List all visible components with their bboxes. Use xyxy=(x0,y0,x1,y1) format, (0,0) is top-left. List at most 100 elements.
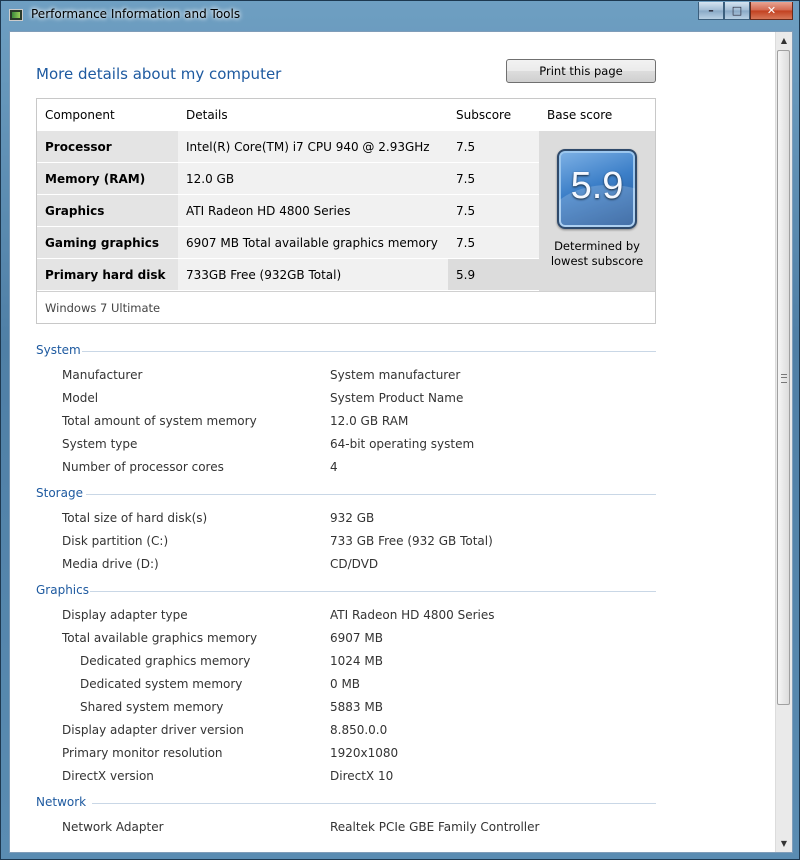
component-label: Memory (RAM) xyxy=(37,163,178,194)
score-row-hard-disk: Primary hard disk 733GB Free (932GB Tota… xyxy=(37,259,539,291)
component-subscore: 5.9 xyxy=(448,259,539,290)
section-divider xyxy=(90,591,656,592)
component-details: 12.0 GB xyxy=(178,163,448,194)
detail-row: Model System Product Name xyxy=(10,391,710,414)
detail-label: Display adapter driver version xyxy=(62,723,244,737)
score-table: Component Details Subscore Base score Pr… xyxy=(36,98,656,324)
detail-value: 932 GB xyxy=(330,511,375,525)
component-subscore: 7.5 xyxy=(448,163,539,194)
detail-value: Realtek PCIe GBE Family Controller xyxy=(330,820,540,834)
detail-value: System manufacturer xyxy=(330,368,461,382)
section-divider xyxy=(82,351,656,352)
component-label: Processor xyxy=(37,131,178,162)
close-button[interactable]: ✕ xyxy=(750,2,793,20)
section-divider xyxy=(86,494,656,495)
detail-value: System Product Name xyxy=(330,391,464,405)
detail-value: 1024 MB xyxy=(330,654,383,668)
page-title: More details about my computer xyxy=(36,65,282,83)
detail-label: Network Adapter xyxy=(62,820,164,834)
detail-row: DirectX version DirectX 10 xyxy=(10,769,710,792)
section-title-system: System xyxy=(36,343,81,357)
detail-label: System type xyxy=(62,437,138,451)
base-score-badge-icon: 5.9 xyxy=(557,149,637,229)
detail-row: Total amount of system memory 12.0 GB RA… xyxy=(10,414,710,437)
scrollbar-thumb[interactable] xyxy=(777,50,790,705)
detail-value: 4 xyxy=(330,460,338,474)
detail-row: Number of processor cores 4 xyxy=(10,460,710,483)
detail-value: 5883 MB xyxy=(330,700,383,714)
performance-window: Performance Information and Tools – □ ✕ … xyxy=(0,0,800,860)
base-score-value: 5.9 xyxy=(570,165,624,207)
detail-label: Display adapter type xyxy=(62,608,188,622)
detail-row: Dedicated graphics memory 1024 MB xyxy=(10,654,710,677)
detail-row: Dedicated system memory 0 MB xyxy=(10,677,710,700)
detail-row: Display adapter type ATI Radeon HD 4800 … xyxy=(10,608,710,631)
minimize-button[interactable]: – xyxy=(698,2,724,20)
scroll-down-arrow-icon[interactable]: ▼ xyxy=(776,835,792,852)
component-subscore: 7.5 xyxy=(448,131,539,162)
detail-label: Media drive (D:) xyxy=(62,557,159,571)
detail-label: Disk partition (C:) xyxy=(62,534,169,548)
component-label: Gaming graphics xyxy=(37,227,178,258)
window-title: Performance Information and Tools xyxy=(31,7,241,21)
detail-label: Manufacturer xyxy=(62,368,143,382)
base-score-note: Determined by lowest subscore xyxy=(539,239,655,269)
detail-value: 12.0 GB RAM xyxy=(330,414,409,428)
maximize-button[interactable]: □ xyxy=(724,2,750,20)
detail-label: Dedicated system memory xyxy=(80,677,243,691)
detail-label: Dedicated graphics memory xyxy=(80,654,251,668)
detail-label: Primary monitor resolution xyxy=(62,746,223,760)
detail-label: Number of processor cores xyxy=(62,460,224,474)
vertical-scrollbar[interactable]: ▲ ▼ xyxy=(775,32,792,852)
detail-label: Shared system memory xyxy=(80,700,224,714)
content-pane: More details about my computer Print thi… xyxy=(9,31,793,853)
score-table-header: Component Details Subscore Base score xyxy=(37,99,655,131)
base-note-line-1: Determined by xyxy=(554,239,640,253)
scroll-up-arrow-icon[interactable]: ▲ xyxy=(776,32,792,49)
performance-app-icon xyxy=(9,9,23,21)
detail-value: 733 GB Free (932 GB Total) xyxy=(330,534,493,548)
section-title-network: Network xyxy=(36,795,87,809)
detail-label: Model xyxy=(62,391,99,405)
detail-label: Total available graphics memory xyxy=(62,631,258,645)
component-label: Graphics xyxy=(37,195,178,226)
component-details: Intel(R) Core(TM) i7 CPU 940 @ 2.93GHz xyxy=(178,131,448,162)
detail-row: Total size of hard disk(s) 932 GB xyxy=(10,511,710,534)
detail-row: Display adapter driver version 8.850.0.0 xyxy=(10,723,710,746)
header-details: Details xyxy=(186,108,228,122)
base-note-line-2: lowest subscore xyxy=(550,254,644,268)
component-subscore: 7.5 xyxy=(448,195,539,226)
detail-value: DirectX 10 xyxy=(330,769,394,783)
base-score-panel: 5.9 Determined by lowest subscore xyxy=(539,131,655,291)
detail-row: Media drive (D:) CD/DVD xyxy=(10,557,710,580)
detail-value: CD/DVD xyxy=(330,557,379,571)
score-row-processor: Processor Intel(R) Core(TM) i7 CPU 940 @… xyxy=(37,131,539,163)
detail-value: ATI Radeon HD 4800 Series xyxy=(330,608,495,622)
detail-row: Shared system memory 5883 MB xyxy=(10,700,710,723)
detail-value: 1920x1080 xyxy=(330,746,399,760)
detail-row: Network Adapter Realtek PCIe GBE Family … xyxy=(10,820,710,843)
header-component: Component xyxy=(45,108,115,122)
component-subscore: 7.5 xyxy=(448,227,539,258)
detail-label: Total amount of system memory xyxy=(62,414,257,428)
header-subscore: Subscore xyxy=(456,108,512,122)
detail-row: Disk partition (C:) 733 GB Free (932 GB … xyxy=(10,534,710,557)
title-bar[interactable]: Performance Information and Tools – □ ✕ xyxy=(1,1,799,29)
component-details: 6907 MB Total available graphics memory xyxy=(178,227,448,258)
section-divider xyxy=(92,803,656,804)
score-row-gaming-graphics: Gaming graphics 6907 MB Total available … xyxy=(37,227,539,259)
print-page-button[interactable]: Print this page xyxy=(506,59,656,83)
detail-row: Manufacturer System manufacturer xyxy=(10,368,710,391)
os-edition: Windows 7 Ultimate xyxy=(37,291,655,323)
detail-value: 6907 MB xyxy=(330,631,383,645)
section-title-storage: Storage xyxy=(36,486,83,500)
detail-label: DirectX version xyxy=(62,769,154,783)
component-details: ATI Radeon HD 4800 Series xyxy=(178,195,448,226)
header-base-score: Base score xyxy=(547,108,613,122)
detail-value: 0 MB xyxy=(330,677,361,691)
detail-row: Total available graphics memory 6907 MB xyxy=(10,631,710,654)
details-page: More details about my computer Print thi… xyxy=(10,32,776,852)
detail-row: Primary monitor resolution 1920x1080 xyxy=(10,746,710,769)
component-label: Primary hard disk xyxy=(37,259,178,290)
window-controls: – □ ✕ xyxy=(698,2,793,20)
